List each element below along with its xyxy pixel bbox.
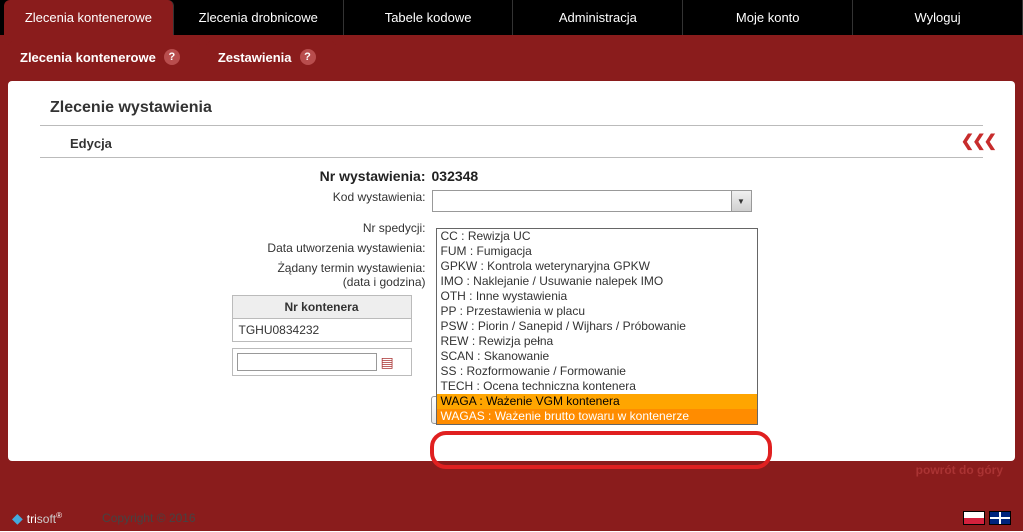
- dropdown-option[interactable]: SS : Rozformowanie / Formowanie: [437, 364, 757, 379]
- section-title: Edycja: [70, 136, 983, 151]
- logo-icon: ◆: [12, 510, 23, 527]
- list-icon[interactable]: ▤: [381, 354, 394, 371]
- data-utworzenia-label: Data utworzenia wystawienia:: [232, 241, 432, 255]
- subtab-zestawienia[interactable]: Zestawienia ?: [206, 41, 336, 73]
- divider: [40, 157, 983, 158]
- termin-sublabel: (data i godzina): [232, 275, 432, 289]
- dropdown-option[interactable]: REW : Rewizja pełna: [437, 334, 757, 349]
- dropdown-option-waga[interactable]: WAGA : Ważenie VGM kontenera: [437, 394, 757, 409]
- back-to-top-link[interactable]: powrót do góry: [916, 463, 1003, 477]
- dropdown-option[interactable]: PSW : Piorin / Sanepid / Wijhars / Próbo…: [437, 319, 757, 334]
- nr-wystawienia-value: 032348: [432, 168, 792, 184]
- topnav-label: Tabele kodowe: [385, 10, 472, 25]
- termin-label: Żądany termin wystawienia:: [232, 261, 432, 275]
- dropdown-option[interactable]: CC : Rewizja UC: [437, 229, 757, 244]
- kod-wystawienia-dropdown: CC : Rewizja UC FUM : Fumigacja GPKW : K…: [436, 228, 758, 425]
- dropdown-option[interactable]: FUM : Fumigacja: [437, 244, 757, 259]
- page-title: Zlecenie wystawienia: [50, 99, 983, 117]
- topnav-tabele-kodowe[interactable]: Tabele kodowe: [344, 0, 514, 35]
- container-table: Nr kontenera TGHU0834232: [232, 295, 412, 342]
- topnav-label: Wyloguj: [914, 10, 960, 25]
- chevron-down-icon: ▼: [731, 191, 751, 211]
- brand-text-2: soft: [37, 512, 56, 526]
- content-band: Zlecenia kontenerowe ? Zestawienia ? ❮❮❮…: [0, 35, 1023, 505]
- container-search-row: ▤: [232, 348, 412, 376]
- brand-logo[interactable]: ◆ trisoft®: [12, 510, 62, 527]
- flag-uk-icon[interactable]: [989, 511, 1011, 525]
- dropdown-option[interactable]: IMO : Naklejanie / Usuwanie nalepek IMO: [437, 274, 757, 289]
- top-nav: Zlecenia kontenerowe Zlecenia drobnicowe…: [0, 0, 1023, 35]
- container-table-header: Nr kontenera: [232, 296, 411, 319]
- copyright-text: Copyright © 2016: [62, 511, 963, 525]
- container-table-cell: TGHU0834232: [232, 319, 411, 342]
- topnav-wyloguj[interactable]: Wyloguj: [853, 0, 1023, 35]
- topnav-label: Moje konto: [736, 10, 800, 25]
- collapse-icon[interactable]: ❮❮❮: [961, 131, 995, 151]
- help-icon[interactable]: ?: [164, 49, 180, 65]
- nr-spedycji-label: Nr spedycji:: [232, 221, 432, 235]
- divider: [40, 125, 983, 126]
- language-flags: [963, 511, 1011, 525]
- flag-poland-icon[interactable]: [963, 511, 985, 525]
- brand-text-1: tri: [27, 512, 37, 526]
- dropdown-option[interactable]: SCAN : Skanowanie: [437, 349, 757, 364]
- dropdown-option-wagas[interactable]: WAGAS : Ważenie brutto towaru w kontener…: [437, 409, 757, 424]
- topnav-label: Administracja: [559, 10, 637, 25]
- dropdown-option[interactable]: GPKW : Kontrola weterynaryjna GPKW: [437, 259, 757, 274]
- sub-tabs: Zlecenia kontenerowe ? Zestawienia ?: [8, 41, 1015, 73]
- container-search-input[interactable]: [237, 353, 377, 371]
- subtab-label: Zestawienia: [218, 50, 292, 65]
- topnav-label: Zlecenia drobnicowe: [199, 10, 318, 25]
- dropdown-option[interactable]: OTH : Inne wystawienia: [437, 289, 757, 304]
- kod-wystawienia-select[interactable]: ▼: [432, 190, 752, 212]
- topnav-moje-konto[interactable]: Moje konto: [683, 0, 853, 35]
- kod-wystawienia-label: Kod wystawienia:: [232, 190, 432, 215]
- topnav-zlecenia-kontenerowe[interactable]: Zlecenia kontenerowe: [4, 0, 174, 35]
- footer: ◆ trisoft® Copyright © 2016: [0, 505, 1023, 531]
- help-icon[interactable]: ?: [300, 49, 316, 65]
- topnav-zlecenia-drobnicowe[interactable]: Zlecenia drobnicowe: [174, 0, 344, 35]
- dropdown-option[interactable]: TECH : Ocena techniczna kontenera: [437, 379, 757, 394]
- dropdown-option[interactable]: PP : Przestawienia w placu: [437, 304, 757, 319]
- main-panel: ❮❮❮ Zlecenie wystawienia Edycja Nr wysta…: [8, 81, 1015, 461]
- form-area: Nr wystawienia: 032348 Kod wystawienia: …: [232, 168, 792, 424]
- topnav-label: Zlecenia kontenerowe: [25, 10, 152, 25]
- subtab-label: Zlecenia kontenerowe: [20, 50, 156, 65]
- topnav-administracja[interactable]: Administracja: [513, 0, 683, 35]
- highlight-annotation: [430, 431, 772, 469]
- nr-wystawienia-label: Nr wystawienia:: [232, 168, 432, 184]
- subtab-zlecenia-kontenerowe[interactable]: Zlecenia kontenerowe ?: [8, 41, 200, 73]
